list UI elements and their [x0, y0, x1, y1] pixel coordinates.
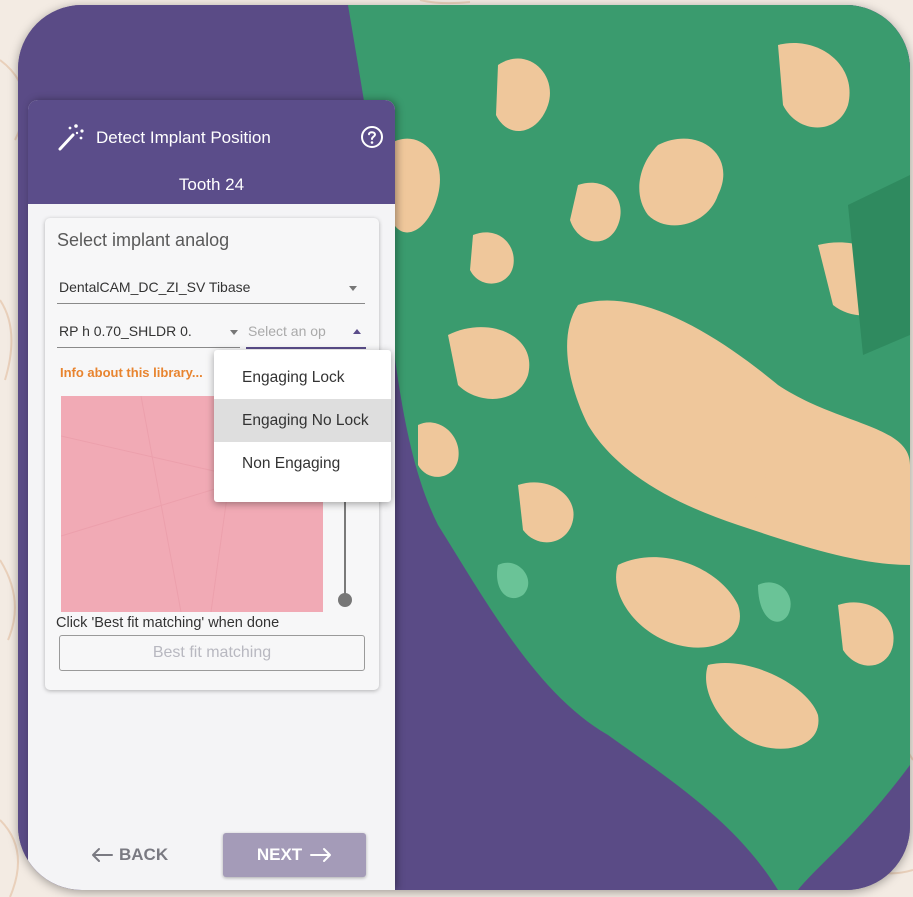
connection-type-placeholder: Select an op [248, 323, 326, 339]
chevron-down-icon [230, 330, 238, 335]
library-info-link[interactable]: Info about this library... [60, 365, 203, 380]
section-title: Select implant analog [57, 230, 230, 250]
zoom-slider-handle[interactable] [338, 593, 352, 607]
option-non-engaging[interactable]: Non Engaging [214, 442, 391, 485]
chevron-up-icon [353, 329, 361, 334]
connection-type-select[interactable]: Select an op [246, 316, 366, 349]
platform-value: RP h 0.70_SHLDR 0. [59, 323, 192, 339]
back-button[interactable]: BACK [91, 833, 201, 877]
magic-wand-icon [58, 124, 84, 151]
platform-select[interactable]: RP h 0.70_SHLDR 0. [57, 316, 240, 348]
tooth-label: Tooth 24 [178, 175, 245, 194]
connection-type-dropdown: Engaging Lock Engaging No Lock Non Engag… [214, 350, 391, 502]
panel-title: Detect Implant Position [96, 128, 271, 147]
next-label: NEXT [256, 845, 303, 864]
option-engaging-no-lock[interactable]: Engaging No Lock [214, 399, 391, 442]
app-frame: Detect Implant Position Tooth 24 Select … [18, 5, 910, 890]
instruction-text: Click 'Best fit matching' when done [56, 615, 280, 631]
next-button[interactable]: NEXT [223, 833, 366, 877]
help-circle-icon[interactable] [360, 125, 384, 149]
arrow-left-icon [92, 848, 113, 862]
analog-library-select[interactable]: DentalCAM_DC_ZI_SV Tibase [57, 273, 365, 304]
chevron-down-icon [349, 286, 357, 291]
arrow-right-icon [310, 848, 332, 862]
back-label: BACK [119, 845, 169, 864]
panel-header: Detect Implant Position Tooth 24 [28, 100, 395, 204]
best-fit-matching-button[interactable]: Best fit matching [59, 635, 365, 671]
analog-library-value: DentalCAM_DC_ZI_SV Tibase [59, 279, 251, 295]
option-engaging-lock[interactable]: Engaging Lock [214, 356, 391, 399]
